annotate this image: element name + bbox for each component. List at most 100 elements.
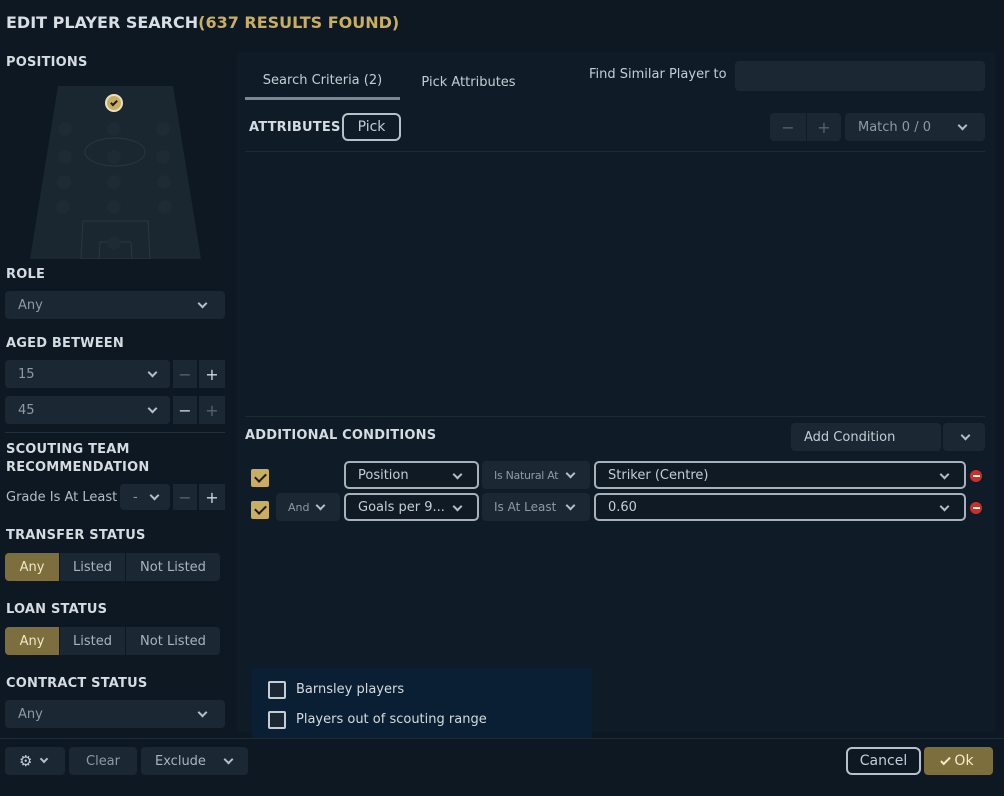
out-of-range-label: Players out of scouting range xyxy=(296,712,487,727)
contract-value: Any xyxy=(18,706,43,722)
age-max-select[interactable]: 45 xyxy=(5,396,170,424)
condition-2-join[interactable]: And xyxy=(276,493,340,521)
chevron-down-icon xyxy=(565,468,576,479)
ok-button[interactable]: Ok xyxy=(924,747,993,775)
results-count: (637 RESULTS FOUND) xyxy=(198,13,400,32)
attributes-list xyxy=(245,152,985,416)
scouting-label-line2: RECOMMENDATION xyxy=(6,460,150,475)
transfer-label: TRANSFER STATUS xyxy=(6,528,146,543)
check-icon xyxy=(940,754,952,765)
settings-menu[interactable]: ⚙ xyxy=(5,747,65,775)
tab-pick-attributes[interactable]: Pick Attributes xyxy=(406,64,531,100)
add-condition-button[interactable]: Add Condition xyxy=(791,423,941,451)
transfer-any[interactable]: Any xyxy=(5,553,59,581)
condition-1-checkbox[interactable] xyxy=(251,469,269,487)
conditions-label: ADDITIONAL CONDITIONS xyxy=(245,428,437,443)
scouting-label-line1: SCOUTING TEAM xyxy=(6,442,130,457)
loan-not-listed[interactable]: Not Listed xyxy=(125,627,220,655)
condition-2-operator[interactable]: Is At Least xyxy=(482,493,590,521)
condition-2-value-text: 0.60 xyxy=(608,499,637,515)
scouting-label: SCOUTING TEAM RECOMMENDATION xyxy=(6,441,149,477)
condition-1-value-text: Striker (Centre) xyxy=(608,467,709,483)
ok-label: Ok xyxy=(954,753,974,769)
chevron-down-icon xyxy=(147,367,158,378)
transfer-status-toggle[interactable]: Any Listed Not Listed xyxy=(5,553,220,581)
role-value: Any xyxy=(18,297,43,313)
age-min-value: 15 xyxy=(18,366,35,382)
age-max-increment[interactable]: + xyxy=(199,396,225,424)
match-increment[interactable]: + xyxy=(807,113,841,141)
age-max-decrement[interactable]: − xyxy=(173,396,197,424)
match-decrement[interactable]: − xyxy=(770,113,806,141)
age-min-increment[interactable]: + xyxy=(199,360,225,388)
transfer-listed[interactable]: Listed xyxy=(59,553,125,581)
divider xyxy=(245,416,985,417)
grade-select[interactable]: - xyxy=(120,484,170,510)
condition-2-checkbox[interactable] xyxy=(251,501,269,519)
loan-listed[interactable]: Listed xyxy=(59,627,125,655)
condition-1-field[interactable]: Position xyxy=(344,461,479,489)
chevron-down-icon xyxy=(149,490,160,501)
chevron-down-icon xyxy=(452,469,463,480)
chevron-down-icon xyxy=(452,501,463,512)
chevron-down-icon xyxy=(315,500,326,511)
age-min-decrement[interactable]: − xyxy=(173,360,197,388)
condition-2-join-value: And xyxy=(288,500,310,514)
loan-any[interactable]: Any xyxy=(5,627,59,655)
condition-1-operator[interactable]: Is Natural At xyxy=(482,461,590,489)
divider xyxy=(5,432,225,433)
condition-1-field-value: Position xyxy=(358,467,409,483)
grade-decrement[interactable]: − xyxy=(173,484,197,510)
role-label: ROLE xyxy=(6,267,46,282)
chevron-down-icon xyxy=(223,754,234,765)
chevron-down-icon xyxy=(939,469,950,480)
age-min-select[interactable]: 15 xyxy=(5,360,170,388)
similar-player-input[interactable] xyxy=(735,61,985,91)
barnsley-players-checkbox[interactable] xyxy=(268,681,286,699)
exclude-label: Exclude xyxy=(155,753,206,769)
chevron-down-icon xyxy=(960,430,971,441)
loan-label: LOAN STATUS xyxy=(6,602,108,617)
clear-button[interactable]: Clear xyxy=(69,747,137,775)
barnsley-players-label: Barnsley players xyxy=(296,682,405,697)
condition-1-operator-value: Is Natural At xyxy=(494,468,559,482)
selected-position-striker[interactable] xyxy=(105,94,123,112)
condition-2-field-value: Goals per 9... xyxy=(358,499,445,515)
check-icon xyxy=(110,98,118,106)
filters-panel xyxy=(252,668,592,738)
exclude-menu[interactable]: Exclude xyxy=(141,747,248,775)
position-pitch[interactable] xyxy=(30,86,201,259)
condition-1-value[interactable]: Striker (Centre) xyxy=(594,461,966,489)
condition-2-value[interactable]: 0.60 xyxy=(594,493,966,521)
gear-icon: ⚙ xyxy=(19,752,33,770)
contract-select[interactable]: Any xyxy=(5,700,225,728)
chevron-down-icon xyxy=(147,403,158,414)
contract-label: CONTRACT STATUS xyxy=(6,676,148,691)
match-value: Match 0 / 0 xyxy=(858,119,931,135)
condition-2-field[interactable]: Goals per 9... xyxy=(344,493,479,521)
age-max-value: 45 xyxy=(18,402,35,418)
attributes-label: ATTRIBUTES xyxy=(249,120,341,135)
dialog-title: EDIT PLAYER SEARCH(637 RESULTS FOUND) xyxy=(6,13,399,32)
role-select[interactable]: Any xyxy=(5,291,225,319)
out-of-range-checkbox[interactable] xyxy=(268,711,286,729)
cancel-button[interactable]: Cancel xyxy=(846,747,921,775)
chevron-down-icon xyxy=(197,298,208,309)
chevron-down-icon xyxy=(957,120,968,131)
page-title: EDIT PLAYER SEARCH xyxy=(6,13,199,32)
grade-increment[interactable]: + xyxy=(199,484,225,510)
positions-label: POSITIONS xyxy=(6,55,88,70)
condition-2-operator-value: Is At Least xyxy=(494,500,557,514)
pick-button[interactable]: Pick xyxy=(342,113,401,141)
add-condition-menu[interactable] xyxy=(943,423,985,451)
aged-label: AGED BETWEEN xyxy=(6,336,124,351)
remove-condition-2-icon[interactable] xyxy=(970,502,982,514)
chevron-down-icon xyxy=(197,707,208,718)
tab-search-criteria[interactable]: Search Criteria (2) xyxy=(245,64,400,100)
add-condition-label: Add Condition xyxy=(804,429,896,445)
transfer-not-listed[interactable]: Not Listed xyxy=(125,553,220,581)
grade-value: - xyxy=(133,489,138,505)
loan-status-toggle[interactable]: Any Listed Not Listed xyxy=(5,627,220,655)
remove-condition-1-icon[interactable] xyxy=(970,470,982,482)
match-select[interactable]: Match 0 / 0 xyxy=(845,113,985,141)
